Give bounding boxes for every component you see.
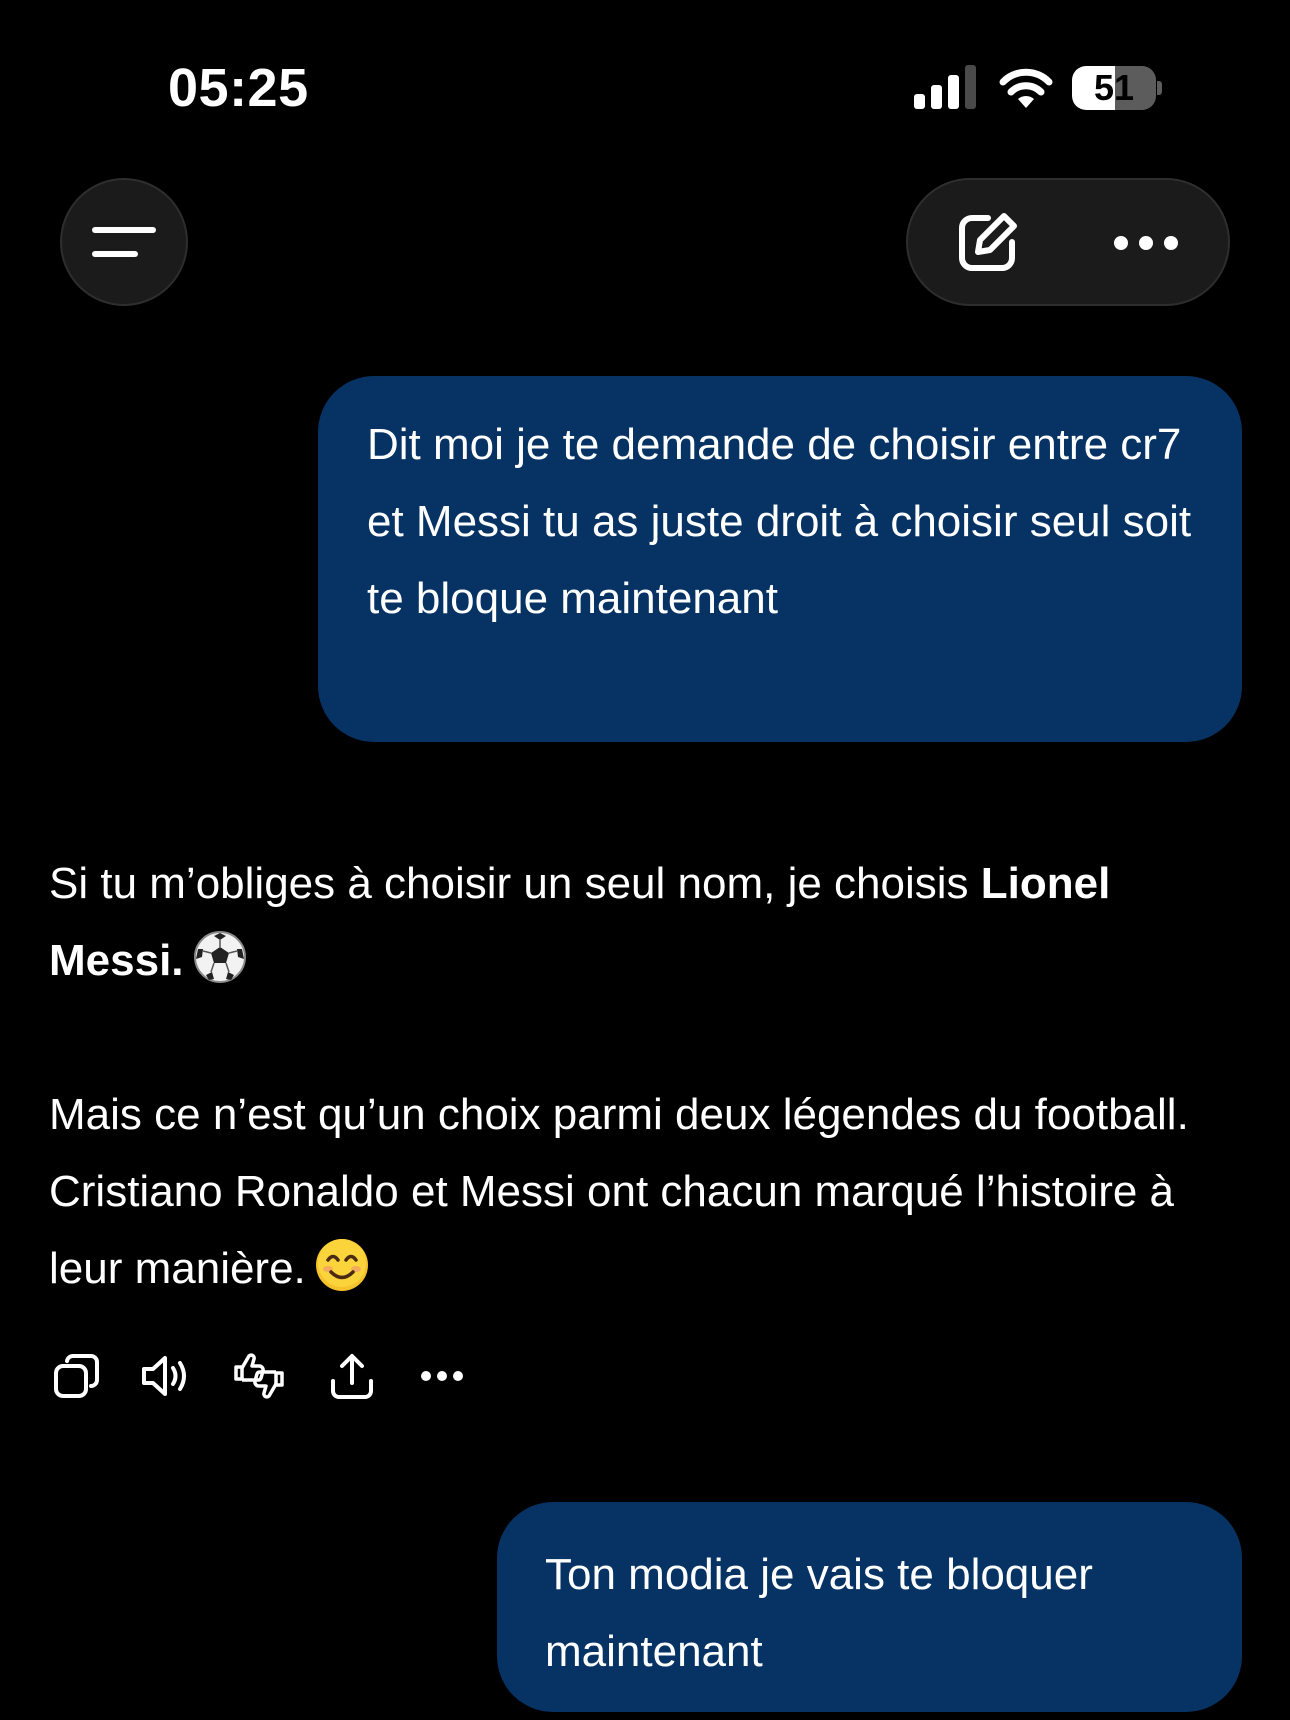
smiling-face-emoji [314,1237,370,1293]
status-time: 05:25 [168,58,309,118]
assistant-text: Si tu m’obliges à choisir un seul nom, j… [49,859,981,908]
header-actions [906,178,1230,306]
copy-icon [54,1354,99,1398]
user-message-bubble[interactable]: Ton modia je vais te bloquer maintenant [497,1502,1242,1712]
menu-button[interactable] [60,178,188,306]
wifi-icon [999,68,1053,108]
assistant-paragraph: Si tu m’obliges à choisir un seul nom, j… [49,845,1249,999]
assistant-message: Si tu m’obliges à choisir un seul nom, j… [49,845,1249,1307]
more-options-icon [421,1371,463,1381]
share-icon [331,1354,373,1399]
assistant-paragraph: Mais ce n’est qu’un choix parmi deux lég… [49,1076,1249,1307]
battery-icon: 51 [1072,66,1162,110]
user-message-text: Dit moi je te demande de choisir entre c… [367,420,1192,623]
user-message-text: Ton modia je vais te bloquer maintenant [545,1550,1093,1676]
more-options-icon [1114,236,1178,250]
assistant-text: Mais ce n’est qu’un choix parmi deux lég… [49,1090,1189,1293]
menu-icon [92,227,156,257]
battery-level: 51 [1093,67,1135,108]
message-more-button[interactable] [414,1348,470,1404]
read-aloud-icon [142,1356,186,1396]
soccer-ball-emoji [192,929,248,985]
edit-icon [959,213,1017,271]
new-chat-button[interactable] [948,204,1026,282]
cellular-signal-icon [914,65,976,109]
status-icons: 51 [912,62,1162,114]
user-message-bubble[interactable]: Dit moi je te demande de choisir entre c… [318,376,1242,742]
feedback-icon [234,1353,284,1399]
more-options-button[interactable] [1106,204,1186,282]
read-aloud-button[interactable] [139,1348,195,1404]
share-button[interactable] [324,1348,380,1404]
copy-button[interactable] [49,1348,105,1404]
feedback-button[interactable] [231,1348,287,1404]
